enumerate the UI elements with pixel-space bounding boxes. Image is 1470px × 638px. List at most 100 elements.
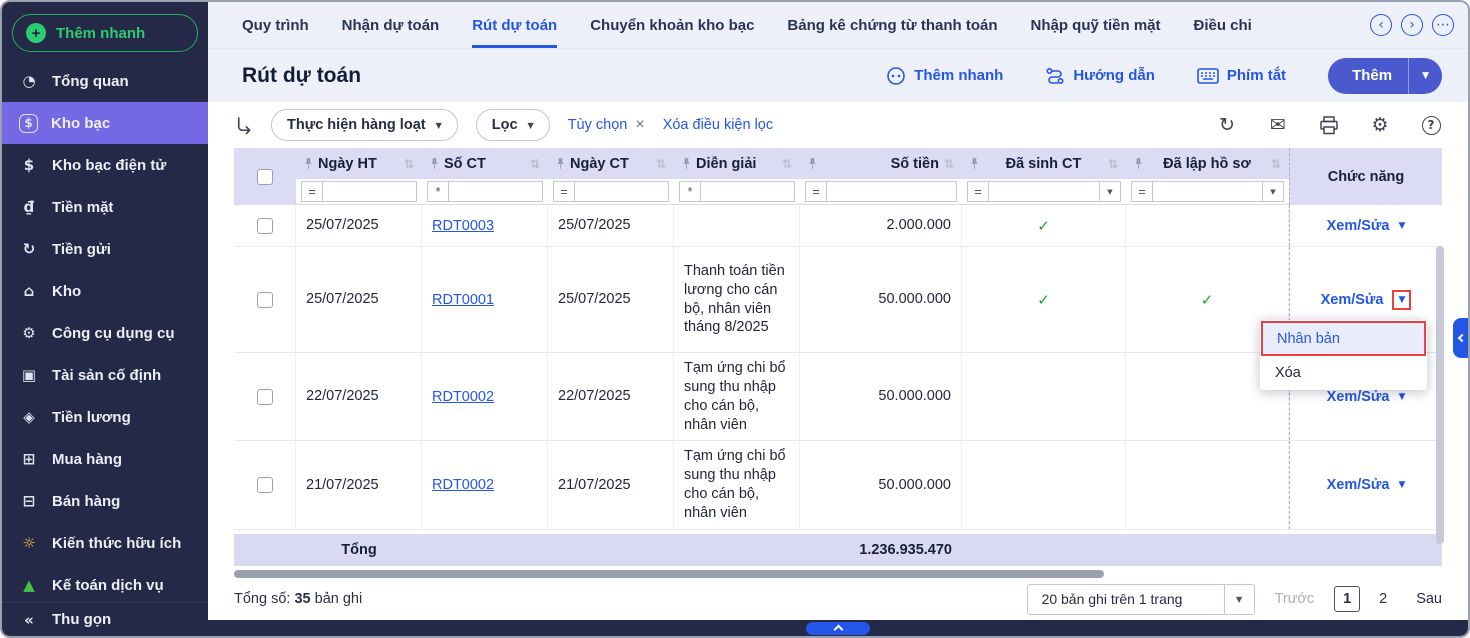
tab-4[interactable]: Chuyển khoản kho bạc	[590, 2, 754, 48]
filter-dropdown[interactable]: Lọc ▼	[476, 109, 550, 141]
pin-icon[interactable]	[808, 158, 817, 170]
gear-icon[interactable]: ⚙	[1369, 114, 1391, 136]
row-actions-caret-icon[interactable]: ▼	[1398, 221, 1405, 231]
column-header-da_sinh_ct[interactable]: Đã sinh CT⇅	[962, 148, 1126, 179]
document-number-link[interactable]: RDT0003	[432, 218, 494, 234]
view-edit-link[interactable]: Xem/Sửa	[1327, 389, 1390, 405]
filter-operator[interactable]: =	[553, 181, 575, 202]
filter-input[interactable]	[449, 181, 543, 202]
filter-operator[interactable]: =	[301, 181, 323, 202]
sort-icon[interactable]: ⇅	[656, 157, 666, 171]
add-button-caret-icon[interactable]: ▼	[1409, 71, 1442, 81]
menu-item-delete[interactable]: Xóa	[1261, 356, 1426, 389]
column-header-so_ct[interactable]: Số CT⇅	[422, 148, 548, 179]
tab-6[interactable]: Nhập quỹ tiền mặt	[1030, 2, 1160, 48]
page-number-1[interactable]: 1	[1334, 586, 1360, 612]
tabs-more-button[interactable]: ⋯	[1432, 14, 1454, 36]
pin-icon[interactable]	[970, 158, 979, 170]
tab-2[interactable]: Nhận dự toán	[342, 2, 440, 48]
sidebar-item-tien-mat[interactable]: ₫Tiền mặt	[2, 186, 208, 228]
select-all-checkbox[interactable]	[257, 169, 273, 185]
filter-input[interactable]	[575, 181, 669, 202]
tab-3[interactable]: Rút dự toán	[472, 2, 557, 48]
column-header-da_lap_ho_so[interactable]: Đã lập hồ sơ⇅	[1126, 148, 1289, 179]
row-actions-caret-icon[interactable]: ▼	[1398, 480, 1405, 490]
horizontal-scrollbar-thumb[interactable]	[234, 570, 1104, 578]
view-edit-link[interactable]: Xem/Sửa	[1327, 477, 1390, 493]
tab-1[interactable]: Quy trình	[242, 2, 309, 48]
tabs-next-button[interactable]: ›	[1401, 14, 1423, 36]
sidebar-item-kho-bac[interactable]: $Kho bạc	[2, 102, 208, 144]
page-number-2[interactable]: 2	[1370, 586, 1396, 612]
column-header-ngay_ht[interactable]: Ngày HT⇅	[296, 148, 422, 179]
menu-item-duplicate[interactable]: Nhân bản	[1261, 321, 1426, 356]
sidebar-item-tong-quan[interactable]: ◔Tổng quan	[2, 60, 208, 102]
sidebar-item-mua-hang[interactable]: ⊞Mua hàng	[2, 438, 208, 480]
sidebar-item-tai-san-co-dinh[interactable]: ▣Tài sản cố định	[2, 354, 208, 396]
filter-input[interactable]	[323, 181, 417, 202]
row-actions-caret-icon[interactable]: ▼	[1398, 392, 1405, 402]
option-filter-chip[interactable]: Tùy chọn ×	[568, 117, 645, 133]
pagination-next[interactable]: Sau	[1416, 591, 1442, 607]
row-checkbox[interactable]	[257, 218, 273, 234]
refresh-icon[interactable]: ↻	[1216, 114, 1238, 136]
filter-input[interactable]	[701, 181, 795, 202]
sidebar-item-tien-gui[interactable]: ↻Tiền gửi	[2, 228, 208, 270]
view-edit-link[interactable]: Xem/Sửa	[1327, 218, 1390, 234]
filter-input[interactable]	[1153, 181, 1263, 202]
row-checkbox[interactable]	[257, 389, 273, 405]
filter-dropdown-caret-icon[interactable]: ▼	[1100, 181, 1121, 202]
filter-operator[interactable]: =	[1131, 181, 1153, 202]
quick-add-button[interactable]: + Thêm nhanh	[12, 14, 198, 52]
row-actions-caret-icon[interactable]: ▼	[1392, 290, 1411, 310]
document-number-link[interactable]: RDT0002	[432, 477, 494, 493]
page-size-select[interactable]: 20 bản ghi trên 1 trang ▼	[1027, 584, 1255, 615]
sort-icon[interactable]: ⇅	[782, 157, 792, 171]
sidebar-item-tien-luong[interactable]: ◈Tiền lương	[2, 396, 208, 438]
sidebar-item-kien-thuc-huu-ich[interactable]: ☼Kiến thức hữu ích	[2, 522, 208, 564]
tabs-prev-button[interactable]: ‹	[1370, 14, 1392, 36]
pagination-prev[interactable]: Trước	[1275, 591, 1315, 607]
filter-input[interactable]	[827, 181, 957, 202]
shortcuts-link[interactable]: Phím tắt	[1197, 67, 1286, 84]
filter-operator[interactable]: *	[679, 181, 701, 202]
column-header-dien_giai[interactable]: Diễn giải⇅	[674, 148, 800, 179]
mail-icon[interactable]: ✉	[1267, 114, 1289, 136]
clear-filters-link[interactable]: Xóa điều kiện lọc	[663, 117, 773, 133]
sidebar-item-kho[interactable]: ⌂Kho	[2, 270, 208, 312]
pin-icon[interactable]	[1134, 158, 1143, 170]
remove-chip-icon[interactable]: ×	[635, 117, 644, 133]
batch-arrow-icon[interactable]	[234, 116, 253, 135]
column-header-so_tien[interactable]: Số tiền⇅	[800, 148, 962, 179]
row-checkbox[interactable]	[257, 477, 273, 493]
view-edit-link[interactable]: Xem/Sửa	[1321, 292, 1384, 308]
sidebar-item-ke-toan-dich-vu[interactable]: ▲Kế toán dịch vụ	[2, 564, 208, 602]
sort-icon[interactable]: ⇅	[530, 157, 540, 171]
add-button[interactable]: Thêm ▼	[1328, 58, 1442, 94]
row-checkbox[interactable]	[257, 292, 273, 308]
quick-add-link[interactable]: Thêm nhanh	[886, 66, 1003, 86]
pin-icon[interactable]	[682, 158, 691, 170]
filter-operator[interactable]: =	[967, 181, 989, 202]
sort-icon[interactable]: ⇅	[1108, 157, 1118, 171]
help-icon[interactable]: ?	[1420, 114, 1442, 136]
filter-operator[interactable]: *	[427, 181, 449, 202]
sort-icon[interactable]: ⇅	[944, 157, 954, 171]
sidebar-item-kho-bac-dien-tu[interactable]: $Kho bạc điện tử	[2, 144, 208, 186]
expand-bottom-panel-button[interactable]	[806, 622, 870, 635]
column-header-ngay_ct[interactable]: Ngày CT⇅	[548, 148, 674, 179]
sidebar-item-ban-hang[interactable]: ⊟Bán hàng	[2, 480, 208, 522]
tab-7[interactable]: Điều chi	[1194, 2, 1252, 48]
filter-dropdown-caret-icon[interactable]: ▼	[1263, 181, 1284, 202]
pin-icon[interactable]	[430, 158, 439, 170]
batch-actions-dropdown[interactable]: Thực hiện hàng loạt ▼	[271, 109, 458, 141]
print-icon[interactable]	[1318, 114, 1340, 136]
vertical-scrollbar[interactable]	[1436, 246, 1444, 544]
expand-right-panel-button[interactable]	[1453, 318, 1468, 358]
tab-5[interactable]: Bảng kê chứng từ thanh toán	[787, 2, 997, 48]
sort-icon[interactable]: ⇅	[404, 157, 414, 171]
filter-input[interactable]	[989, 181, 1100, 202]
guide-link[interactable]: Hướng dẫn	[1045, 66, 1155, 86]
pin-icon[interactable]	[304, 158, 313, 170]
sidebar-collapse-button[interactable]: « Thu gọn	[2, 602, 208, 636]
